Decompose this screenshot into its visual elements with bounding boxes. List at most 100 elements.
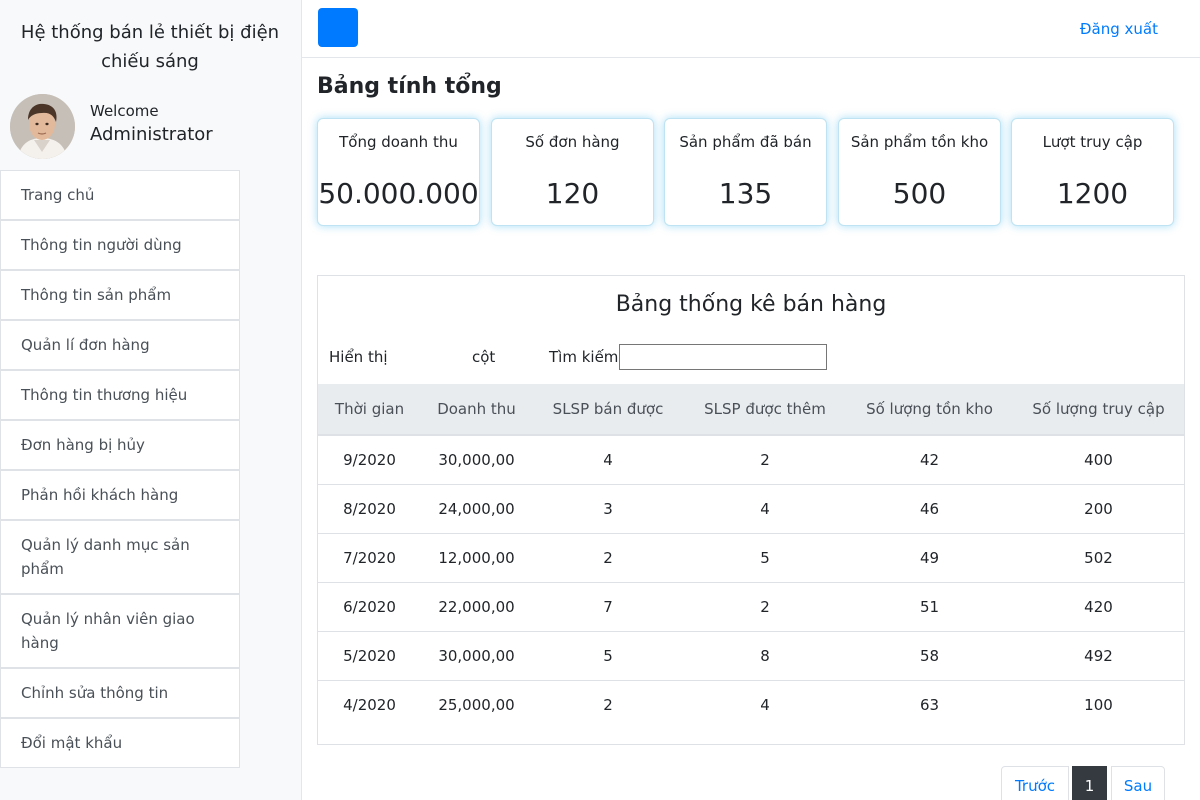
brand-title: Hệ thống bán lẻ thiết bị điện chiếu sáng [20, 22, 280, 72]
summary-card-sold: Sản phẩm đã bán 135 [664, 118, 827, 226]
table-cell: 7 [532, 581, 684, 631]
table-title: Bảng thống kê bán hàng [615, 292, 887, 317]
table-cell: 2 [532, 679, 684, 729]
table-cell: 49 [846, 532, 1013, 582]
sales-stats-table: Thời gian Doanh thu SLSP bán được SLSP đ… [318, 384, 1184, 729]
table-cell: 8 [684, 630, 846, 680]
card-value: 50.000.000 [318, 177, 479, 210]
table-cell: 4 [603, 450, 613, 469]
table-row: 7/2020 12,000,00 2 5 49 502 [318, 532, 1184, 582]
sidebar-item-label: Đổi mật khẩu [21, 734, 123, 752]
column-header[interactable]: Doanh thu [421, 384, 532, 436]
table-cell: 100 [1013, 679, 1184, 729]
table-cell: 51 [846, 581, 1013, 631]
table-cell: 22,000,00 [421, 581, 532, 631]
table-cell: 63 [846, 679, 1013, 729]
table-cell: 3 [532, 483, 684, 533]
sidebar-item-change-password[interactable]: Đổi mật khẩu [0, 718, 240, 768]
sales-stats-panel: Bảng thống kê bán hàng Hiển thị cột Tìm … [317, 275, 1185, 745]
table-cell: 12,000,00 [421, 532, 532, 582]
welcome-text: Welcome [90, 102, 159, 120]
summary-card-orders: Số đơn hàng 120 [491, 118, 654, 226]
logout-link[interactable]: Đăng xuất [1080, 20, 1158, 38]
column-label: cột [472, 348, 496, 366]
table-cell: 42 [919, 450, 940, 469]
sidebar-item-label: Phản hồi khách hàng [21, 486, 179, 504]
table-cell: 2 [684, 581, 846, 631]
table-row: 5/2020 30,000,00 5 8 58 492 [318, 630, 1184, 680]
column-header[interactable]: Số lượng truy cập [1013, 384, 1184, 436]
card-label: Sản phẩm đã bán [679, 133, 812, 151]
summary-card-stock: Sản phẩm tồn kho 500 [838, 118, 1001, 226]
sidebar-item-label: Thông tin thương hiệu [21, 386, 188, 404]
table-cell: 5 [532, 630, 684, 680]
table-row: 9/2020 30,000,00 4 2 42 400 [318, 435, 1184, 484]
sidebar-item-feedback[interactable]: Phản hồi khách hàng [0, 470, 240, 520]
sidebar-item-label: Thông tin người dùng [21, 236, 182, 254]
sidebar: Hệ thống bán lẻ thiết bị điện chiếu sáng… [0, 0, 302, 800]
username: Administrator [90, 124, 213, 145]
table-cell: 4 [684, 483, 846, 533]
table-cell: 5/2020 [318, 630, 421, 680]
table-cell: 400 [1084, 450, 1113, 469]
card-label: Số đơn hàng [525, 133, 620, 151]
table-cell: 2 [532, 532, 684, 582]
card-label: Sản phẩm tồn kho [850, 133, 989, 151]
card-value: 135 [718, 177, 773, 210]
column-header[interactable]: Thời gian [318, 384, 421, 436]
table-cell: 200 [1013, 483, 1184, 533]
card-label: Lượt truy cập [1042, 133, 1143, 151]
sidebar-item-label: Trang chủ [21, 186, 95, 204]
table-cell: 30,000,00 [438, 450, 515, 469]
page-title: Bảng tính tổng [317, 74, 502, 99]
table-cell: 30,000,00 [421, 630, 532, 680]
table-cell: 8/2020 [318, 483, 421, 533]
sidebar-item-orders[interactable]: Quản lí đơn hàng [0, 320, 240, 370]
card-label: Tổng doanh thu [339, 133, 458, 151]
table-row: 8/2020 24,000,00 3 4 46 200 [318, 483, 1184, 533]
table-cell: 25,000,00 [421, 679, 532, 729]
table-cell: 420 [1013, 581, 1184, 631]
table-cell: 58 [846, 630, 1013, 680]
sidebar-item-user-info[interactable]: Thông tin người dùng [0, 220, 240, 270]
table-cell: 492 [1013, 630, 1184, 680]
sidebar-item-label: Quản lý nhân viên giao hàng [21, 610, 195, 652]
table-cell: 502 [1013, 532, 1184, 582]
sidebar-item-label: Chỉnh sửa thông tin [21, 684, 169, 702]
sidebar-item-product-info[interactable]: Thông tin sản phẩm [0, 270, 240, 320]
topbar: Đăng xuất [302, 0, 1200, 58]
table-cell: 5 [684, 532, 846, 582]
sidebar-item-label: Quản lí đơn hàng [21, 336, 150, 354]
avatar [10, 94, 75, 159]
table-cell: 9/2020 [343, 450, 396, 469]
sidebar-item-brands[interactable]: Thông tin thương hiệu [0, 370, 240, 420]
table-header-row: Thời gian Doanh thu SLSP bán được SLSP đ… [318, 384, 1184, 436]
show-label: Hiển thị [329, 348, 388, 366]
sidebar-item-home[interactable]: Trang chủ [0, 170, 240, 220]
pagination-page-button[interactable]: 1 [1072, 766, 1107, 800]
table-row: 4/2020 25,000,00 2 4 63 100 [318, 679, 1184, 729]
sidebar-item-label: Đơn hàng bị hủy [21, 436, 145, 454]
pagination-next-button[interactable]: Sau [1111, 766, 1165, 800]
table-cell: 46 [846, 483, 1013, 533]
search-input[interactable] [619, 344, 827, 370]
table-cell: 2 [760, 450, 770, 469]
table-cell: 24,000,00 [421, 483, 532, 533]
card-value: 120 [545, 177, 600, 210]
column-header[interactable]: Số lượng tồn kho [846, 384, 1013, 436]
sidebar-item-cancelled-orders[interactable]: Đơn hàng bị hủy [0, 420, 240, 470]
column-header[interactable]: SLSP bán được [532, 384, 684, 436]
sidebar-toggle-button[interactable] [318, 8, 358, 47]
sidebar-item-edit-info[interactable]: Chỉnh sửa thông tin [0, 668, 240, 718]
sidebar-item-label: Quản lý danh mục sản phẩm [21, 536, 190, 578]
card-value: 500 [892, 177, 947, 210]
table-cell: 4 [684, 679, 846, 729]
sidebar-item-categories[interactable]: Quản lý danh mục sản phẩm [0, 520, 240, 594]
pagination-prev-button[interactable]: Trước [1001, 766, 1069, 800]
sidebar-item-shippers[interactable]: Quản lý nhân viên giao hàng [0, 594, 240, 668]
table-cell: 4/2020 [318, 679, 421, 729]
table-row: 6/2020 22,000,00 7 2 51 420 [318, 581, 1184, 631]
column-header[interactable]: SLSP được thêm [684, 384, 846, 436]
search-label: Tìm kiếm [549, 348, 619, 366]
table-cell: 6/2020 [318, 581, 421, 631]
